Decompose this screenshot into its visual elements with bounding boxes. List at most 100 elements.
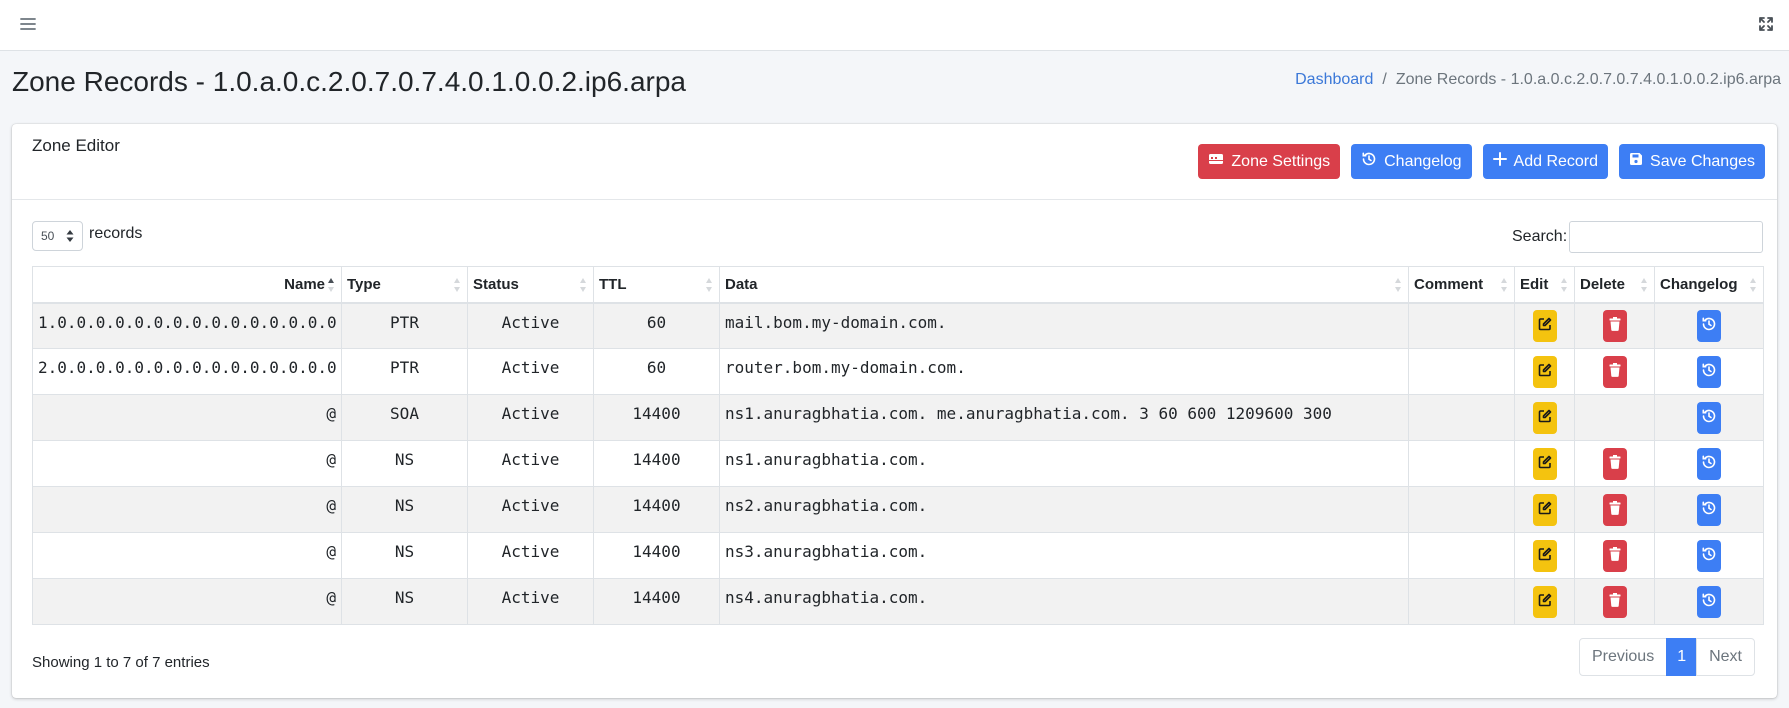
- edit-button[interactable]: [1532, 401, 1557, 434]
- page-title: Zone Records - 1.0.a.0.c.2.0.7.0.7.4.0.1…: [12, 66, 686, 97]
- record-data: ns2.anuragbhatia.com.: [719, 486, 1409, 533]
- column-header-label: Data: [725, 275, 758, 293]
- delete-cell: [1574, 348, 1655, 395]
- record-changelog-button[interactable]: [1697, 309, 1721, 342]
- pagination-next[interactable]: Next: [1696, 638, 1755, 676]
- record-type: PTR: [341, 348, 468, 395]
- changelog-cell: [1654, 578, 1764, 625]
- record-name: 1.0.0.0.0.0.0.0.0.0.0.0.0.0.0.0: [32, 302, 342, 349]
- record-ttl: 14400: [593, 578, 720, 625]
- delete-cell: [1574, 532, 1655, 579]
- column-header-label: Status: [473, 275, 519, 293]
- delete-button[interactable]: [1602, 585, 1627, 618]
- record-data: router.bom.my-domain.com.: [719, 348, 1409, 395]
- delete-cell: [1574, 302, 1655, 349]
- server-icon: [1208, 152, 1224, 171]
- record-type: NS: [341, 440, 468, 487]
- zone-settings-button[interactable]: Zone Settings: [1198, 144, 1341, 179]
- record-ttl: 60: [593, 348, 720, 395]
- trash-icon: [1609, 317, 1621, 334]
- expand-icon[interactable]: [1754, 12, 1778, 36]
- column-header-status[interactable]: Status: [467, 266, 594, 304]
- record-comment: [1408, 486, 1515, 533]
- column-header-changelog[interactable]: Changelog: [1654, 266, 1764, 304]
- record-status: Active: [467, 348, 594, 395]
- edit-button[interactable]: [1532, 585, 1557, 618]
- edit-button[interactable]: [1532, 355, 1557, 388]
- column-header-ttl[interactable]: TTL: [593, 266, 720, 304]
- column-header-name[interactable]: Name: [32, 266, 342, 304]
- breadcrumb-separator: /: [1382, 71, 1387, 88]
- pagination-page[interactable]: 1: [1666, 638, 1698, 676]
- record-changelog-button[interactable]: [1697, 355, 1721, 388]
- breadcrumb-dashboard-link[interactable]: Dashboard: [1295, 71, 1373, 88]
- column-header-label: Delete: [1580, 275, 1626, 293]
- edit-cell: [1514, 302, 1575, 349]
- column-header-label: Type: [347, 275, 381, 293]
- table-header-row: Name Type Status TTL Data Comment Edit D…: [32, 266, 1764, 304]
- record-status: Active: [467, 394, 594, 441]
- table-row: @ NS Active 14400 ns3.anuragbhatia.com.: [32, 532, 1764, 579]
- record-data: ns4.anuragbhatia.com.: [719, 578, 1409, 625]
- sort-icon: [1750, 278, 1756, 292]
- sort-icon: [1501, 278, 1507, 292]
- record-changelog-button[interactable]: [1697, 447, 1721, 480]
- record-data: ns1.anuragbhatia.com. me.anuragbhatia.co…: [719, 394, 1409, 441]
- table-row: @ NS Active 14400 ns1.anuragbhatia.com.: [32, 440, 1764, 487]
- card-header: Zone Editor Zone Settings Changelog Add …: [12, 124, 1777, 200]
- delete-button[interactable]: [1602, 355, 1627, 388]
- edit-icon: [1538, 409, 1552, 426]
- changelog-cell: [1654, 348, 1764, 395]
- delete-button[interactable]: [1602, 539, 1627, 572]
- floppy-disk-icon: [1629, 152, 1643, 171]
- history-icon: [1701, 500, 1717, 519]
- column-header-label: TTL: [599, 275, 627, 293]
- table-row: 1.0.0.0.0.0.0.0.0.0.0.0.0.0.0.0 PTR Acti…: [32, 302, 1764, 349]
- record-changelog-button[interactable]: [1697, 493, 1721, 526]
- card-title: Zone Editor: [32, 136, 120, 155]
- record-type: NS: [341, 486, 468, 533]
- delete-button[interactable]: [1602, 493, 1627, 526]
- records-table-wrapper: Name Type Status TTL Data Comment Edit D…: [32, 266, 1764, 625]
- edit-button[interactable]: [1532, 447, 1557, 480]
- record-changelog-button[interactable]: [1697, 585, 1721, 618]
- column-header-data[interactable]: Data: [719, 266, 1409, 304]
- delete-button[interactable]: [1602, 309, 1627, 342]
- record-ttl: 60: [593, 302, 720, 349]
- trash-icon: [1609, 501, 1621, 518]
- hamburger-icon[interactable]: [16, 12, 40, 36]
- pagination-previous[interactable]: Previous: [1578, 638, 1668, 676]
- add-record-button[interactable]: Add Record: [1482, 144, 1609, 179]
- table-info: Showing 1 to 7 of 7 entries: [32, 654, 210, 671]
- column-header-delete[interactable]: Delete: [1574, 266, 1655, 304]
- delete-cell: [1574, 440, 1655, 487]
- page-length-value: 50: [41, 229, 55, 243]
- column-header-label: Comment: [1414, 275, 1484, 293]
- edit-button[interactable]: [1532, 309, 1557, 342]
- sort-icon: [580, 278, 586, 292]
- record-changelog-button[interactable]: [1697, 539, 1721, 572]
- record-changelog-button[interactable]: [1697, 401, 1721, 434]
- edit-button[interactable]: [1532, 539, 1557, 572]
- delete-cell: [1574, 394, 1655, 441]
- breadcrumb: Dashboard / Zone Records - 1.0.a.0.c.2.0.7…: [1295, 71, 1781, 89]
- changelog-cell: [1654, 532, 1764, 579]
- column-header-label: Changelog: [1660, 275, 1738, 293]
- column-header-comment[interactable]: Comment: [1408, 266, 1515, 304]
- edit-button[interactable]: [1532, 493, 1557, 526]
- record-ttl: 14400: [593, 440, 720, 487]
- trash-icon: [1609, 593, 1621, 610]
- record-type: SOA: [341, 394, 468, 441]
- record-status: Active: [467, 302, 594, 349]
- column-header-edit[interactable]: Edit: [1514, 266, 1575, 304]
- search-input[interactable]: [1569, 221, 1763, 253]
- column-header-type[interactable]: Type: [341, 266, 468, 304]
- changelog-button[interactable]: Changelog: [1351, 144, 1472, 179]
- record-comment: [1408, 302, 1515, 349]
- save-changes-button[interactable]: Save Changes: [1619, 144, 1765, 179]
- history-icon: [1701, 316, 1717, 335]
- delete-button[interactable]: [1602, 447, 1627, 480]
- page-length-select[interactable]: 50: [32, 221, 83, 251]
- zone-editor-card: Zone Editor Zone Settings Changelog Add …: [12, 124, 1777, 698]
- sort-icon: [1395, 278, 1401, 292]
